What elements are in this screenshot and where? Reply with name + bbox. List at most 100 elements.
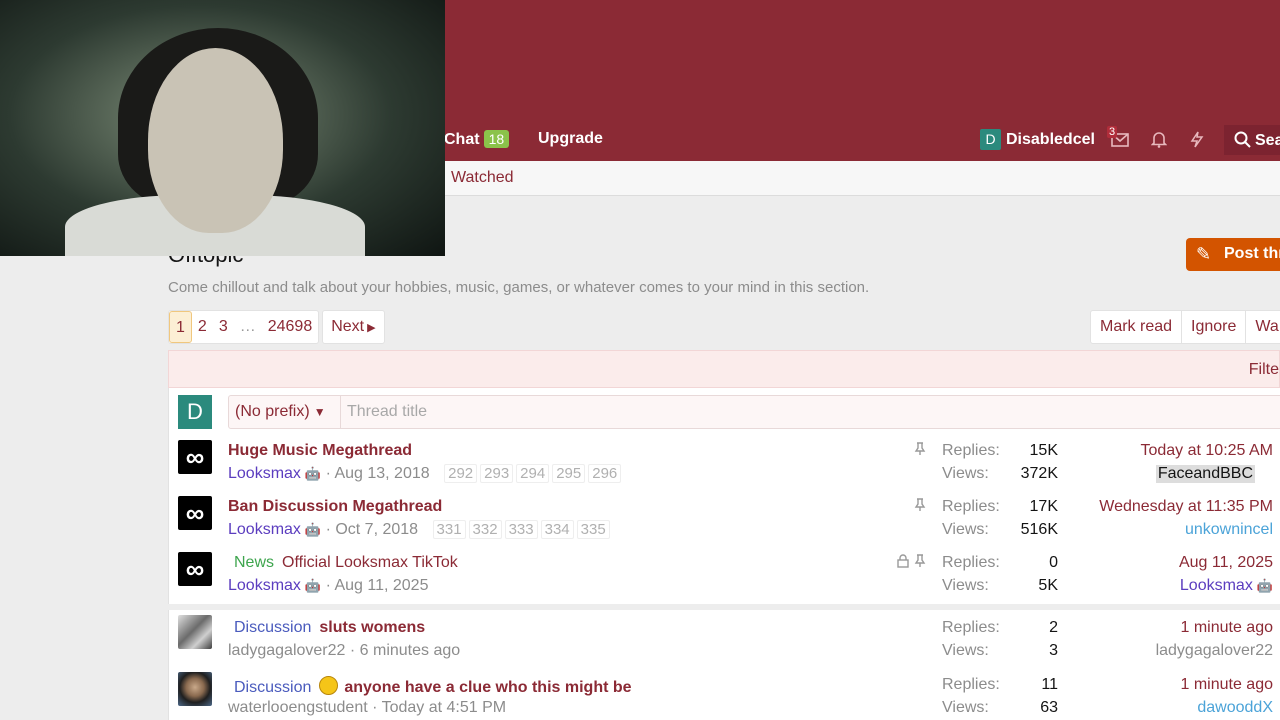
user-avatar[interactable]: D [980, 129, 1001, 150]
last-post-time[interactable]: 1 minute ago [1180, 676, 1273, 694]
thread-meta: ladygagalover22 · 6 minutes ago [228, 642, 460, 660]
page-link[interactable]: 2 [192, 311, 213, 343]
thread-title-link[interactable]: sluts womens [319, 619, 425, 636]
forum-actions: Mark read Ignore Wa [1090, 310, 1280, 344]
page-link[interactable]: 292 [444, 464, 478, 483]
post-thread-label: Post thr [1224, 245, 1280, 262]
nav-chat[interactable]: Chat 18 [444, 130, 510, 149]
list-item: Discussion anyone have a clue who this mi… [169, 667, 1280, 720]
page-link-current[interactable]: 1 [169, 311, 192, 343]
page-link[interactable]: 3 [213, 311, 234, 343]
lock-icon [896, 554, 910, 571]
replies-count: 2 [1049, 619, 1058, 636]
ignore-button[interactable]: Ignore [1182, 311, 1247, 343]
thread-author-link[interactable]: Looksmax [228, 521, 301, 538]
robot-icon: 🤖 [304, 466, 322, 481]
avatar[interactable] [178, 672, 212, 706]
page-link[interactable]: 295 [552, 464, 586, 483]
search-button[interactable]: Sea [1224, 125, 1280, 155]
thread-prefix-label[interactable]: Discussion [234, 679, 311, 696]
thread-author-link[interactable]: Looksmax [228, 465, 301, 482]
views-label: Views: [942, 521, 989, 538]
thread-title: Discussion sluts womens [228, 619, 425, 637]
quick-thread-input: (No prefix) ▼ Thread title [228, 395, 1280, 429]
avatar[interactable] [178, 615, 212, 649]
thread-title-link[interactable]: anyone have a clue who this might be [344, 679, 631, 696]
prefix-dropdown-label: (No prefix) [235, 403, 310, 420]
last-poster-link[interactable]: Looksmax [1180, 577, 1253, 594]
thread-start-date[interactable]: Aug 11, 2025 [334, 577, 428, 594]
thread-author-link[interactable]: waterlooengstudent [228, 699, 368, 716]
page-link[interactable]: 333 [504, 520, 538, 539]
last-poster-link[interactable]: dawooddX [1197, 699, 1273, 717]
replies-count: 0 [1049, 554, 1058, 571]
thread-start-date[interactable]: Oct 7, 2018 [335, 521, 418, 538]
page-link[interactable]: 335 [576, 520, 610, 539]
divider [340, 396, 341, 428]
robot-icon: 🤖 [1256, 578, 1273, 593]
thread-start-date[interactable]: 6 minutes ago [360, 642, 461, 659]
thread-title-link[interactable]: Official Looksmax TikTok [282, 554, 458, 571]
page-link[interactable]: 293 [480, 464, 514, 483]
pin-icon [914, 554, 926, 571]
list-item: Discussion sluts womens ladygagalover22 ·… [169, 610, 1280, 666]
bell-icon-svg [1150, 132, 1168, 148]
views-count: 5K [1038, 577, 1058, 594]
next-page-button[interactable]: Next ▶ [322, 310, 385, 344]
page-jump-ellipsis[interactable]: … [234, 311, 262, 343]
caret-down-icon: ▼ [313, 405, 326, 419]
thinking-face-icon [319, 676, 339, 695]
thread-title: News Official Looksmax TikTok [228, 554, 458, 572]
thread-prefix-label[interactable]: Discussion [234, 619, 311, 636]
looksmax-logo-icon[interactable]: ∞ [178, 496, 212, 530]
looksmax-logo-icon[interactable]: ∞ [178, 440, 212, 474]
user-menu-link[interactable]: Disabledcel [1006, 131, 1095, 149]
page-link[interactable]: 331 [432, 520, 466, 539]
chat-count-badge: 18 [483, 130, 510, 148]
last-post-time[interactable]: Aug 11, 2025 [1179, 554, 1273, 572]
thread-meta: Looksmax 🤖 · Oct 7, 2018 331 332 333 334 335 [228, 520, 613, 539]
thread-title-link[interactable]: Ban Discussion Megathread [228, 498, 442, 516]
views-count: 372K [1020, 465, 1058, 482]
last-post-time[interactable]: Today at 10:25 AM [1140, 442, 1273, 460]
post-thread-button[interactable]: ✎ Post thr [1186, 238, 1280, 271]
prefix-dropdown[interactable]: (No prefix) ▼ [235, 403, 326, 421]
last-poster: Looksmax 🤖 [1180, 577, 1273, 595]
page-link[interactable]: 332 [468, 520, 502, 539]
subnav-watched[interactable]: Watched [451, 169, 514, 187]
page-link[interactable]: 296 [588, 464, 622, 483]
lightning-icon[interactable] [1187, 131, 1207, 149]
page-link[interactable]: 334 [540, 520, 574, 539]
nav-upgrade[interactable]: Upgrade [538, 130, 603, 148]
caret-right-icon: ▶ [367, 322, 376, 334]
bell-icon[interactable] [1149, 131, 1169, 149]
thread-author-link[interactable]: Looksmax [228, 577, 301, 594]
thread-prefix-label[interactable]: News [234, 554, 274, 571]
last-poster-link[interactable]: ladygagalover22 [1156, 642, 1273, 660]
replies-label: Replies: [942, 442, 1000, 459]
avatar: D [178, 395, 212, 429]
thread-page-jump: 292 293 294 295 296 [444, 464, 624, 483]
search-label: Sea [1255, 132, 1280, 149]
thread-title-link[interactable]: Huge Music Megathread [228, 442, 412, 460]
edit-icon: ✎ [1196, 244, 1212, 264]
page-link-last[interactable]: 24698 [262, 311, 319, 343]
mark-read-button[interactable]: Mark read [1091, 311, 1183, 343]
views-count: 516K [1020, 521, 1058, 538]
looksmax-logo-icon[interactable]: ∞ [178, 552, 212, 586]
last-poster-link[interactable]: FaceandBBC [1155, 465, 1255, 483]
thread-start-date[interactable]: Today at 4:51 PM [382, 699, 507, 716]
last-post-time[interactable]: Wednesday at 11:35 PM [1099, 498, 1273, 516]
watch-button[interactable]: Wa [1246, 311, 1280, 343]
replies-label: Replies: [942, 676, 1000, 693]
filters-button[interactable]: Filte [1249, 361, 1279, 379]
thread-title-input[interactable]: Thread title [347, 403, 427, 421]
thread-start-date[interactable]: Aug 13, 2018 [334, 465, 429, 482]
thread-meta: Looksmax 🤖 · Aug 13, 2018 292 293 294 295 296 [228, 464, 624, 483]
thread-author-link[interactable]: ladygagalover22 [228, 642, 345, 659]
robot-icon: 🤖 [304, 522, 322, 537]
page-link[interactable]: 294 [516, 464, 550, 483]
pin-icon-svg [914, 554, 926, 567]
last-poster-link[interactable]: unkownincel [1185, 521, 1273, 539]
last-post-time[interactable]: 1 minute ago [1180, 619, 1273, 637]
